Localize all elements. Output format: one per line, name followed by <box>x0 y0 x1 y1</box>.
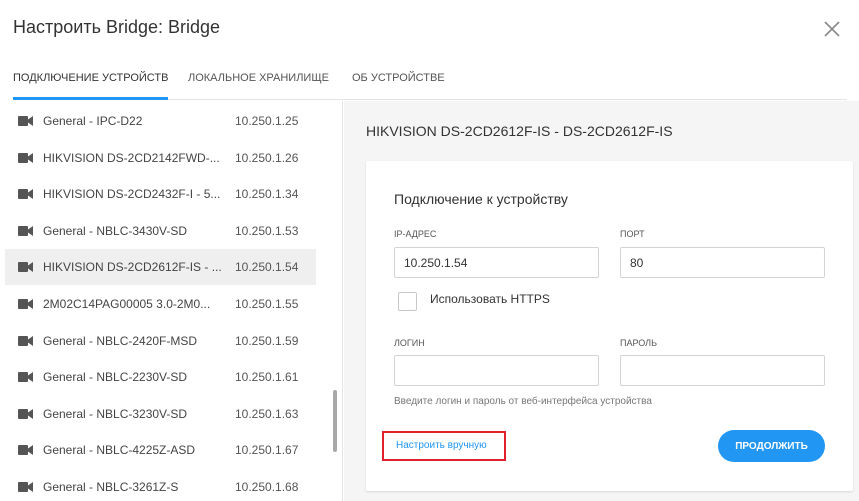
device-name: General - NBLC-4225Z-ASD <box>43 443 196 458</box>
device-list-item[interactable]: General - NBLC-2230V-SD 10.250.1.61 <box>5 359 316 395</box>
connection-card: Подключение к устройству IP-адрес Порт И… <box>366 161 853 491</box>
password-label: Пароль <box>620 338 657 348</box>
device-ip: 10.250.1.25 <box>235 114 299 128</box>
port-label: Порт <box>620 229 645 239</box>
device-ip: 10.250.1.63 <box>235 406 299 421</box>
camera-icon <box>18 408 33 419</box>
device-list-item[interactable]: HIKVISION DS-2CD2612F-IS - ... 10.250.1.5… <box>5 249 316 286</box>
credentials-hint: Введите логин и пароль от веб-интерфейса… <box>394 396 652 407</box>
tab-device-connection[interactable]: Подключение устройств <box>13 63 169 100</box>
device-list-item[interactable]: General - NBLC-3230V-SD 10.250.1.63 <box>5 396 316 432</box>
camera-icon <box>18 189 33 200</box>
device-list-item[interactable]: General - IPC-D22 10.250.1.25 <box>5 103 316 139</box>
camera-icon <box>18 225 33 236</box>
https-checkbox[interactable] <box>398 292 417 311</box>
dialog-title: Настроить Bridge: Bridge <box>13 17 221 37</box>
device-list-item[interactable]: General - NBLC-2420F-MSD 10.250.1.59 <box>5 323 316 359</box>
camera-icon <box>18 152 33 163</box>
device-ip: 10.250.1.61 <box>235 370 299 385</box>
login-input[interactable] <box>394 355 599 386</box>
camera-icon <box>18 299 33 309</box>
device-list-item[interactable]: General - NBLC-3261Z-S 10.250.1.68 <box>5 469 316 501</box>
device-detail-panel: HIKVISION DS-2CD2612F-IS - DS-2CD2612F-I… <box>344 101 859 501</box>
tab-about-device[interactable]: Об устройстве <box>352 63 445 99</box>
device-name: General - IPC-D22 <box>43 114 143 128</box>
device-list: General - IPC-D22 10.250.1.25 HIKVISION DS… <box>0 101 343 501</box>
ip-label: IP-адрес <box>394 229 437 239</box>
device-name: 2M02C14PAG00005 3.0-2M0... <box>43 297 211 311</box>
device-list-item[interactable]: HIKVISION DS-2CD2432F-I - 5... 10.250.1.3… <box>5 176 316 212</box>
camera-icon <box>18 482 33 492</box>
continue-button[interactable]: Продолжить <box>718 430 825 462</box>
https-label: Использовать HTTPS <box>430 292 550 306</box>
device-ip: 10.250.1.67 <box>235 443 299 458</box>
device-name: HIKVISION DS-2CD2142FWD-... <box>43 150 220 165</box>
device-ip: 10.250.1.54 <box>235 260 299 275</box>
device-list-item[interactable]: General - NBLC-4225Z-ASD 10.250.1.67 <box>5 432 316 468</box>
device-list-scrollbar[interactable] <box>333 390 337 452</box>
device-name: General - NBLC-3230V-SD <box>43 406 188 421</box>
device-ip: 10.250.1.59 <box>235 333 299 348</box>
device-ip: 10.250.1.34 <box>235 187 299 202</box>
device-ip: 10.250.1.53 <box>235 223 299 238</box>
tab-local-storage[interactable]: Локальное хранилище <box>188 63 329 99</box>
device-name: HIKVISION DS-2CD2612F-IS - ... <box>43 260 222 275</box>
device-ip: 10.250.1.26 <box>235 150 299 165</box>
device-name: HIKVISION DS-2CD2432F-I - 5... <box>43 187 221 202</box>
manual-setup-link[interactable]: Настроить вручную <box>382 431 506 461</box>
device-name: General - NBLC-2420F-MSD <box>43 333 198 348</box>
device-ip: 10.250.1.55 <box>235 297 299 311</box>
port-input[interactable] <box>620 247 825 278</box>
selected-device-title: HIKVISION DS-2CD2612F-IS - DS-2CD2612F-I… <box>366 123 673 139</box>
camera-icon <box>18 445 33 456</box>
tab-bar: Подключение устройств Локальное хранилищ… <box>13 63 847 100</box>
ip-input[interactable] <box>394 247 599 278</box>
device-list-item[interactable]: General - NBLC-3430V-SD 10.250.1.53 <box>5 213 316 249</box>
device-list-item[interactable]: 2M02C14PAG00005 3.0-2M0... 10.250.1.55 <box>5 286 316 322</box>
camera-icon <box>18 372 33 383</box>
device-name: General - NBLC-2230V-SD <box>43 370 188 385</box>
card-title: Подключение к устройству <box>394 191 568 207</box>
device-ip: 10.250.1.68 <box>235 480 299 494</box>
password-input[interactable] <box>620 355 825 386</box>
camera-icon <box>18 262 33 273</box>
camera-icon <box>18 116 33 126</box>
device-list-item[interactable]: HIKVISION DS-2CD2142FWD-... 10.250.1.26 <box>5 140 316 176</box>
device-name: General - NBLC-3261Z-S <box>43 480 179 494</box>
close-icon[interactable] <box>821 18 843 40</box>
device-name: General - NBLC-3430V-SD <box>43 223 188 238</box>
camera-icon <box>18 335 33 346</box>
login-label: Логин <box>394 338 425 348</box>
